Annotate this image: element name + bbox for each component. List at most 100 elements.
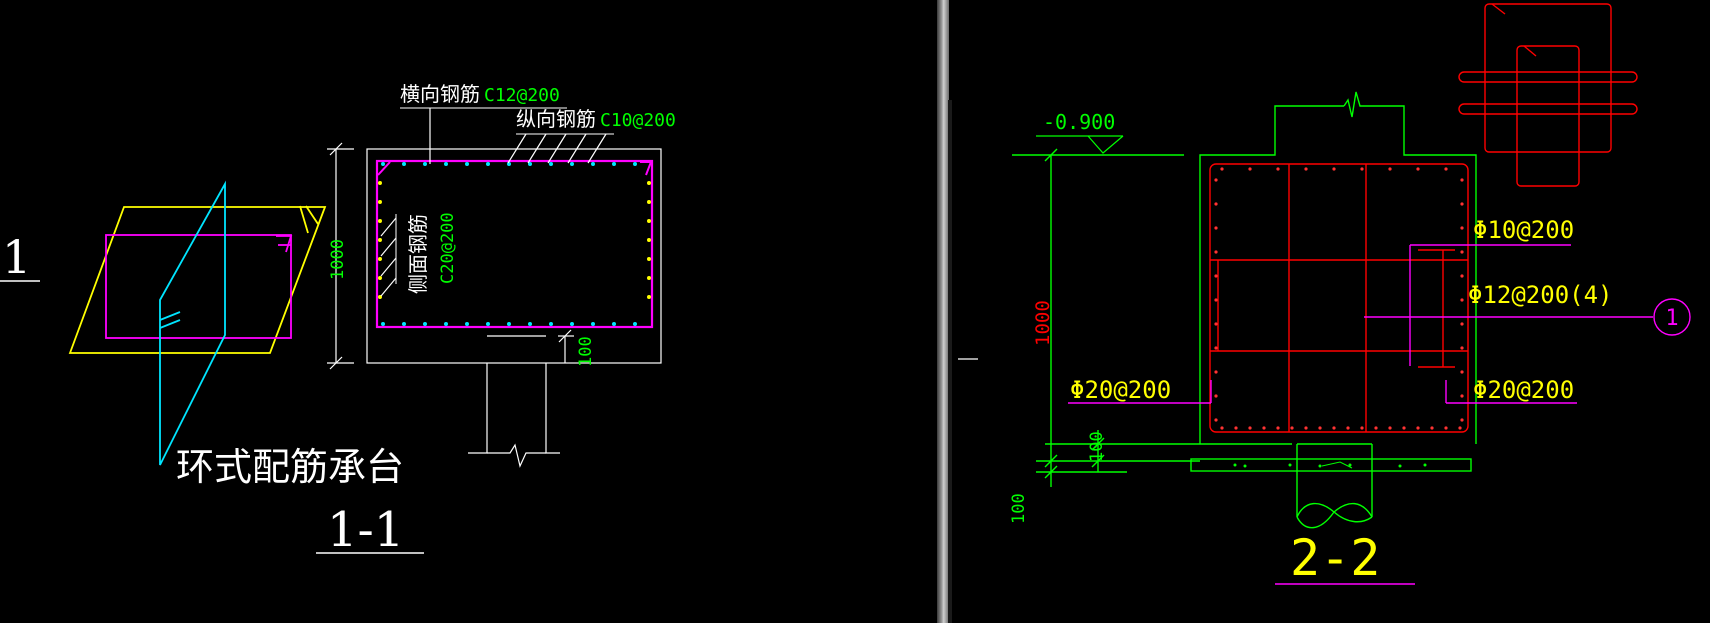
rebar-dot-right	[647, 295, 651, 299]
side-leader-ticks	[380, 217, 397, 297]
rebar-dot-2-2-left	[1214, 418, 1218, 422]
rebar-dot-left	[378, 257, 382, 261]
elevation-text: -0.900	[1043, 110, 1115, 134]
rebar-dot-right	[647, 257, 651, 261]
iso-cyan-tick-1	[159, 311, 181, 321]
iso-yellow-tick-1	[299, 205, 309, 234]
bar-phi10-text: Φ10@200	[1473, 216, 1574, 244]
rebar-dot-left	[378, 181, 382, 185]
rebar-dot-2-2-top	[1388, 167, 1392, 171]
cap-outline-2-2	[1012, 91, 1477, 529]
iso-magenta-ring	[105, 234, 292, 339]
rebar-dot-right	[647, 200, 651, 204]
rebar-dot-2-2-right	[1460, 322, 1464, 326]
rebar-dot-right	[647, 238, 651, 242]
isometric-sketch	[68, 180, 327, 466]
rebar-dot-left	[378, 200, 382, 204]
rebar-dot-2-2-bottom	[1374, 426, 1378, 430]
partial-section-label: 1	[2, 230, 31, 284]
rebar-dot-2-2-bottom	[1458, 426, 1462, 430]
rebar-dot-2-2-right	[1460, 394, 1464, 398]
detail-outer-ring	[1484, 3, 1612, 153]
rebar-dot-2-2-top	[1276, 167, 1280, 171]
bar-phi20-left-text: Φ20@200	[1070, 376, 1171, 404]
height-dim-text-2-2: 1000	[1032, 300, 1054, 346]
rebar-dot-2-2-left	[1214, 202, 1218, 206]
rebar-dot-2-2-left	[1214, 274, 1218, 278]
rebar-dot-2-2-left	[1214, 250, 1218, 254]
rebar-dot-top	[570, 162, 574, 166]
rebar-dot-top	[402, 162, 406, 166]
rebar-dot-top	[591, 162, 595, 166]
rebar-dot-2-2-top	[1416, 167, 1420, 171]
detail-1-sketch	[1458, 3, 1638, 187]
iso-yellow-plate	[68, 206, 327, 354]
rebar-dot-bottom	[570, 322, 574, 326]
rebar-dot-2-2-bottom	[1332, 426, 1336, 430]
rebar-dot-right	[647, 219, 651, 223]
rebar-dot-2-2-left	[1214, 322, 1218, 326]
rebar-dot-2-2-right	[1460, 370, 1464, 374]
detail-inner-ring	[1516, 45, 1580, 187]
rebar-dot-2-2-bottom	[1220, 426, 1224, 430]
rebar-dot-2-2-left	[1214, 346, 1218, 350]
rebar-dot-2-2-bottom	[1276, 426, 1280, 430]
iso-ring-hook	[276, 235, 293, 253]
rebar-dot-2-2-top	[1304, 167, 1308, 171]
cover-dim-text: 100	[576, 336, 596, 367]
rebar-dot-bottom	[528, 322, 532, 326]
dim-100-b: 100	[1009, 493, 1029, 524]
left-viewport: 1 1000 100 横向钢筋 C12@200 纵向钢筋 C10@200 侧面钢…	[0, 82, 676, 558]
rebar-dot-top	[486, 162, 490, 166]
longitudinal-label: 纵向钢筋 C10@200	[516, 107, 676, 131]
pile-break-curve-2	[1296, 502, 1373, 529]
viewport-scrollbar[interactable]	[948, 100, 952, 623]
transverse-label: 横向钢筋 C12@200	[400, 82, 560, 106]
rebar-dot-bottom	[402, 322, 406, 326]
cad-drawing-canvas[interactable]: 1 1000 100 横向钢筋 C12@200 纵向钢筋 C10@200 侧面钢…	[0, 0, 1710, 623]
rebar-dot-bottom	[612, 322, 616, 326]
rebar-dot-right	[647, 276, 651, 280]
rebar-dot-bottom	[486, 322, 490, 326]
rebar-dot-bottom	[549, 322, 553, 326]
rebar-dot-top	[465, 162, 469, 166]
rebar-dot-2-2-right	[1460, 202, 1464, 206]
iso-cyan-tick-2	[159, 319, 181, 329]
pile-break-curve-1	[1296, 502, 1373, 523]
rebar-dot-left	[378, 238, 382, 242]
caption: 环式配筋承台	[176, 445, 404, 489]
rebar-dot-2-2-right	[1460, 226, 1464, 230]
rebar-dot-2-2-bottom	[1360, 426, 1364, 430]
rebar-dot-bottom	[465, 322, 469, 326]
cap-reinforcement-2-2	[1209, 163, 1469, 433]
height-dim-text: 1000	[328, 239, 348, 280]
detail-marker-text: 1	[1665, 306, 1678, 331]
rebar-dot-2-2-right	[1460, 418, 1464, 422]
side-spec: C20@200	[438, 212, 458, 284]
iso-yellow-tick-2	[305, 205, 319, 225]
right-viewport: -0.900 1000 100 100 Φ10@200 Φ12@200(4) 1…	[1009, 3, 1691, 587]
rebar-dot-top	[549, 162, 553, 166]
rebar-dot-top	[423, 162, 427, 166]
rebar-dot-2-2-bottom	[1318, 426, 1322, 430]
dim-100-a: 100	[1087, 431, 1107, 462]
elevation-triangle	[1087, 135, 1124, 154]
rebar-dot-2-2-bottom	[1416, 426, 1420, 430]
rebar-dot-2-2-bottom	[1234, 426, 1238, 430]
rebar-dot-2-2-right	[1460, 298, 1464, 302]
rebar-dots-right	[1214, 167, 1464, 430]
rebar-dot-bottom	[381, 322, 385, 326]
rebar-dot-2-2-right	[1460, 178, 1464, 182]
rebar-dot-2-2-right	[1460, 274, 1464, 278]
rebar-dot-2-2-top	[1220, 167, 1224, 171]
section-1-1: 1000 100 横向钢筋 C12@200 纵向钢筋 C10@200 侧面钢筋 …	[327, 82, 676, 468]
section-title-2-2: 2-2	[1290, 529, 1380, 587]
rebar-dot-top	[633, 162, 637, 166]
rebar-dot-bottom	[507, 322, 511, 326]
rebar-dot-2-2-top	[1444, 167, 1448, 171]
rebar-dot-2-2-bottom	[1346, 426, 1350, 430]
cap-right-column-line	[1363, 105, 1477, 444]
rebar-dot-2-2-left	[1214, 226, 1218, 230]
bar-phi20-right-text: Φ20@200	[1473, 376, 1574, 404]
rebar-dot-2-2-bottom	[1444, 426, 1448, 430]
